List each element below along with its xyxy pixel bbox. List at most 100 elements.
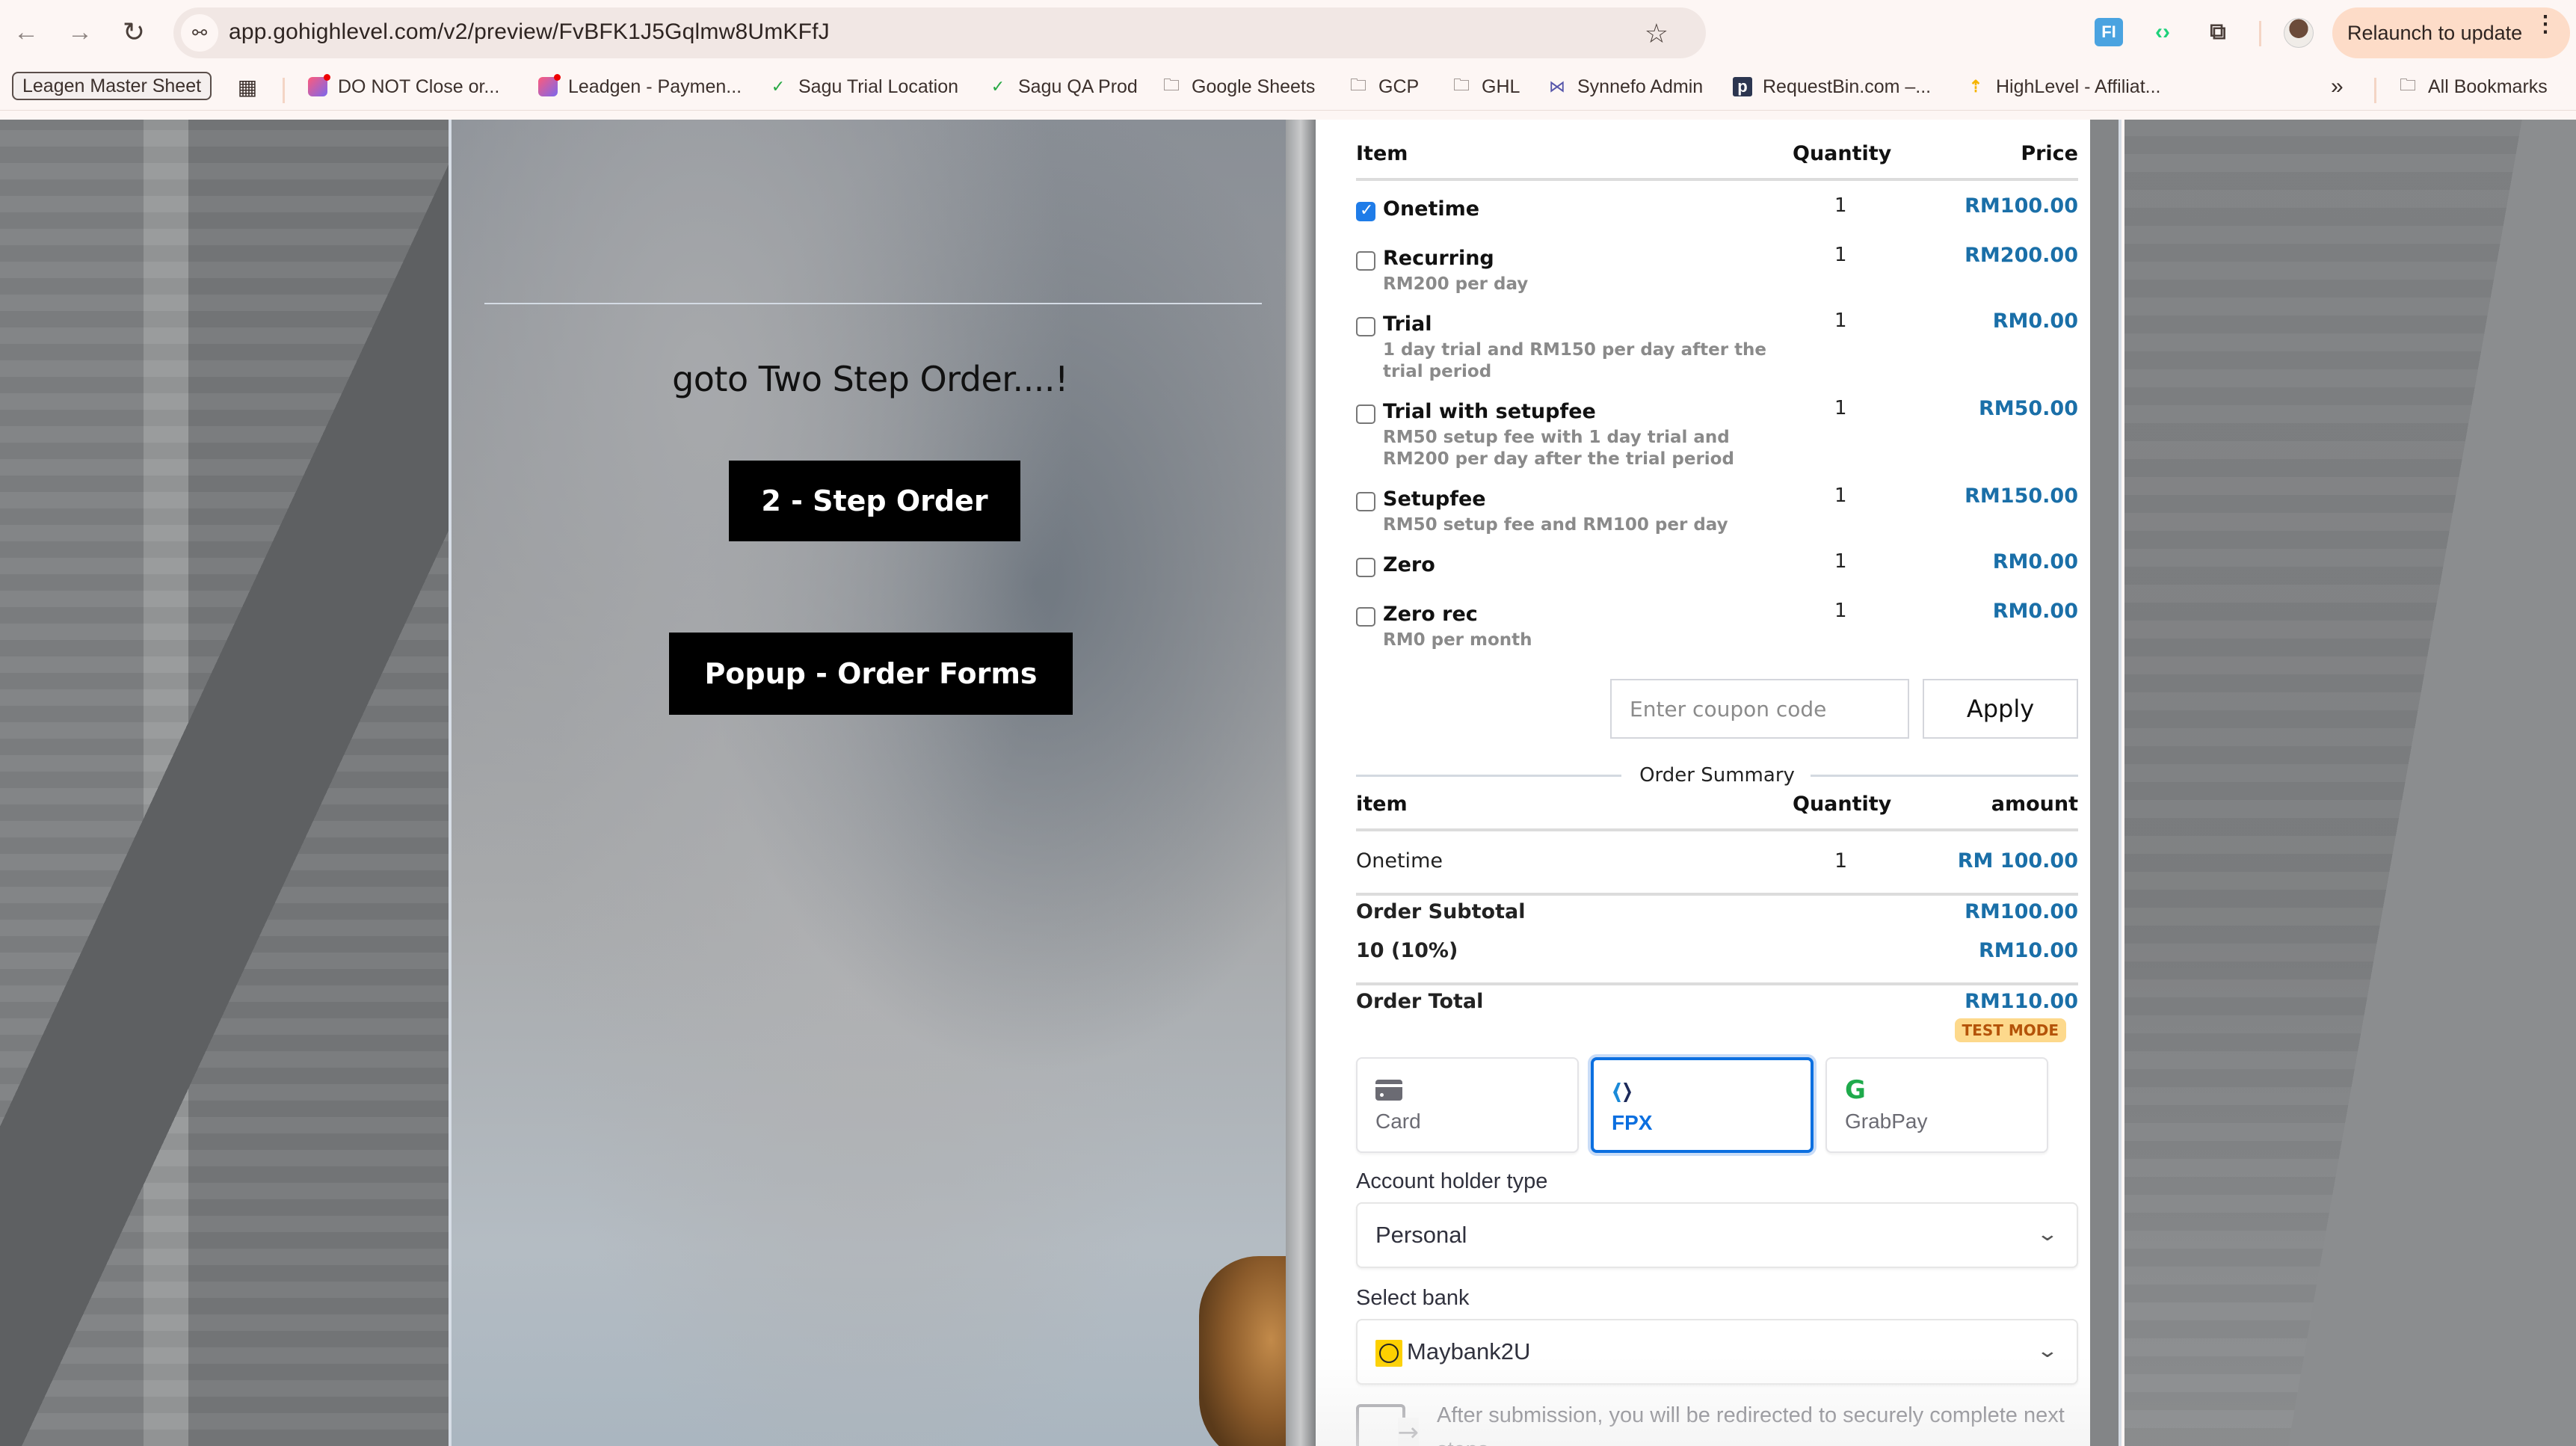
product-price: RM0.00 [1993, 550, 2078, 573]
bookmark-label: Synnefo Admin [1577, 76, 1703, 98]
bookmark-synnefo-admin[interactable]: ⋈ Synnefo Admin [1547, 72, 1703, 102]
product-description: 1 day trial and RM150 per day after the … [1383, 339, 1772, 383]
product-quantity: 1 [1834, 484, 1847, 507]
product-quantity: 1 [1834, 244, 1847, 266]
product-price: RM0.00 [1993, 310, 2078, 333]
product-name: Zero rec [1383, 603, 1478, 626]
relaunch-label: Relaunch to update [2347, 22, 2522, 45]
extension-code-icon[interactable]: ‹› [2148, 18, 2177, 46]
product-quantity: 1 [1834, 397, 1847, 419]
background-photo-right [2124, 120, 2576, 1446]
product-price: RM100.00 [1965, 194, 2078, 218]
product-price: RM50.00 [1979, 397, 2078, 420]
order-form-popup: Item Quantity Price Onetime 1 RM100.00 R… [1316, 120, 2090, 1446]
chevron-down-icon: ⌄ [2036, 1340, 2059, 1362]
account-holder-type-select[interactable]: Personal ⌄ [1356, 1202, 2078, 1268]
test-mode-badge: TEST MODE [1955, 1018, 2066, 1042]
apps-grid-icon: ▦ [238, 77, 257, 96]
product-name: Setupfee [1383, 487, 1486, 511]
fpx-icon [1612, 1081, 1639, 1102]
bookmark-do-not-close[interactable]: DO NOT Close or... [308, 72, 499, 102]
back-button[interactable]: ← [9, 15, 43, 49]
product-checkbox[interactable] [1356, 558, 1375, 577]
header-item: Item [1356, 142, 1408, 165]
background-strip [1286, 120, 1316, 1446]
redirect-notice: After submission, you will be redirected… [1356, 1398, 2078, 1446]
bookmark-sagu-trial-location[interactable]: ✓ Sagu Trial Location [768, 72, 958, 102]
product-name: Trial [1383, 313, 1432, 336]
product-quantity: 1 [1834, 310, 1847, 332]
summary-separator [1356, 982, 2078, 985]
product-name: Recurring [1383, 247, 1494, 270]
bookmark-ghl[interactable]: 🗀GHL [1452, 72, 1520, 102]
bookmark-label: Sagu Trial Location [798, 76, 958, 98]
address-bar[interactable]: ⚯ app.gohighlevel.com/v2/preview/FvBFK1J… [173, 7, 1706, 58]
relaunch-button[interactable]: Relaunch to update ⋮ [2332, 7, 2570, 58]
bookmark-google-sheets[interactable]: 🗀Google Sheets [1162, 72, 1315, 102]
bookmark-label: DO NOT Close or... [338, 76, 499, 98]
summary-header-amount: amount [1991, 793, 2078, 816]
folder-icon: 🗀 [1162, 77, 1181, 96]
tax-label: 10 (10%) [1356, 939, 1458, 962]
bookmark-leadgen-payment[interactable]: Leadgen - Paymen... [538, 72, 742, 102]
profile-avatar[interactable] [2284, 18, 2314, 48]
bookmark-sagu-qa-prod[interactable]: ✓Sagu QA Prod [988, 72, 1138, 102]
hero-divider [484, 303, 1262, 304]
summary-item-quantity: 1 [1834, 849, 1847, 873]
payment-tab-grabpay[interactable]: G GrabPay [1825, 1057, 2048, 1153]
product-description: RM200 per day [1383, 274, 1772, 295]
bookmark-highlevel-affiliate[interactable]: ⇡HighLevel - Affiliat... [1966, 72, 2160, 102]
all-bookmarks-label: All Bookmarks [2428, 76, 2548, 98]
select-bank-label: Select bank [1356, 1286, 1470, 1311]
extensions-puzzle-icon[interactable]: ⧉ [2204, 18, 2232, 46]
tax-value: RM10.00 [1979, 939, 2078, 962]
bookmark-label: GHL [1482, 76, 1520, 98]
coupon-code-input[interactable] [1610, 679, 1909, 739]
hero-heading: goto Two Step Order....! [452, 359, 1289, 399]
divider-line [1811, 775, 2078, 777]
popup-order-forms-button[interactable]: Popup - Order Forms [669, 633, 1073, 715]
product-quantity: 1 [1834, 600, 1847, 622]
apps-grid-button[interactable]: ▦ [238, 72, 268, 102]
synnefo-icon: ⋈ [1547, 77, 1567, 96]
select-bank-dropdown[interactable]: Maybank2U ⌄ [1356, 1319, 2078, 1385]
extension-fi-icon[interactable]: FI [2095, 18, 2123, 46]
two-step-order-button[interactable]: 2 - Step Order [729, 461, 1020, 541]
bookmark-leagen-master-sheet[interactable]: Leagen Master Sheet [12, 72, 212, 100]
reload-button[interactable]: ↻ [117, 15, 151, 49]
product-name: Zero [1383, 553, 1435, 576]
site-info-button[interactable]: ⚯ [181, 14, 218, 52]
product-checkbox[interactable] [1356, 404, 1375, 424]
browser-toolbar: ← → ↻ ⚯ app.gohighlevel.com/v2/preview/F… [0, 0, 2576, 64]
url-text[interactable]: app.gohighlevel.com/v2/preview/FvBFK1J5G… [229, 19, 830, 45]
bookmarks-overflow-button[interactable]: » [2331, 72, 2344, 102]
product-price: RM200.00 [1965, 244, 2078, 267]
product-checkbox[interactable] [1356, 607, 1375, 627]
bookmark-gcp[interactable]: 🗀GCP [1349, 72, 1419, 102]
check-shield-icon: ✓ [768, 77, 788, 96]
apply-coupon-button[interactable]: Apply [1923, 679, 2078, 739]
payment-tab-card[interactable]: Card [1356, 1057, 1579, 1153]
product-checkbox[interactable] [1356, 251, 1375, 271]
order-summary-divider: Order Summary [1356, 764, 2078, 787]
clickup-icon [308, 77, 327, 96]
bookmark-label: HighLevel - Affiliat... [1996, 76, 2160, 98]
summary-item-amount: RM 100.00 [1958, 849, 2078, 873]
bank-name: Maybank2U [1407, 1338, 1530, 1365]
payment-tab-label: GrabPay [1845, 1110, 1928, 1133]
bookmark-label: GCP [1378, 76, 1419, 98]
bookmark-requestbin[interactable]: pRequestBin.com –... [1733, 72, 1931, 102]
forward-button[interactable]: → [63, 15, 97, 49]
product-quantity: 1 [1834, 550, 1847, 573]
hero-section: goto Two Step Order....! 2 - Step Order … [449, 120, 1286, 1446]
bookmark-star-icon[interactable]: ☆ [1645, 18, 1668, 49]
product-checkbox[interactable] [1356, 202, 1375, 221]
url-host: app.gohighlevel.com [229, 19, 437, 44]
payment-tab-fpx[interactable]: FPX [1591, 1057, 1814, 1153]
more-menu-icon[interactable]: ⋮ [2534, 18, 2557, 31]
products-table-header: Item Quantity Price [1356, 142, 2078, 181]
all-bookmarks-button[interactable]: 🗀All Bookmarks [2398, 72, 2548, 102]
product-checkbox[interactable] [1356, 492, 1375, 511]
product-checkbox[interactable] [1356, 317, 1375, 336]
maybank-logo-icon [1375, 1340, 1402, 1367]
